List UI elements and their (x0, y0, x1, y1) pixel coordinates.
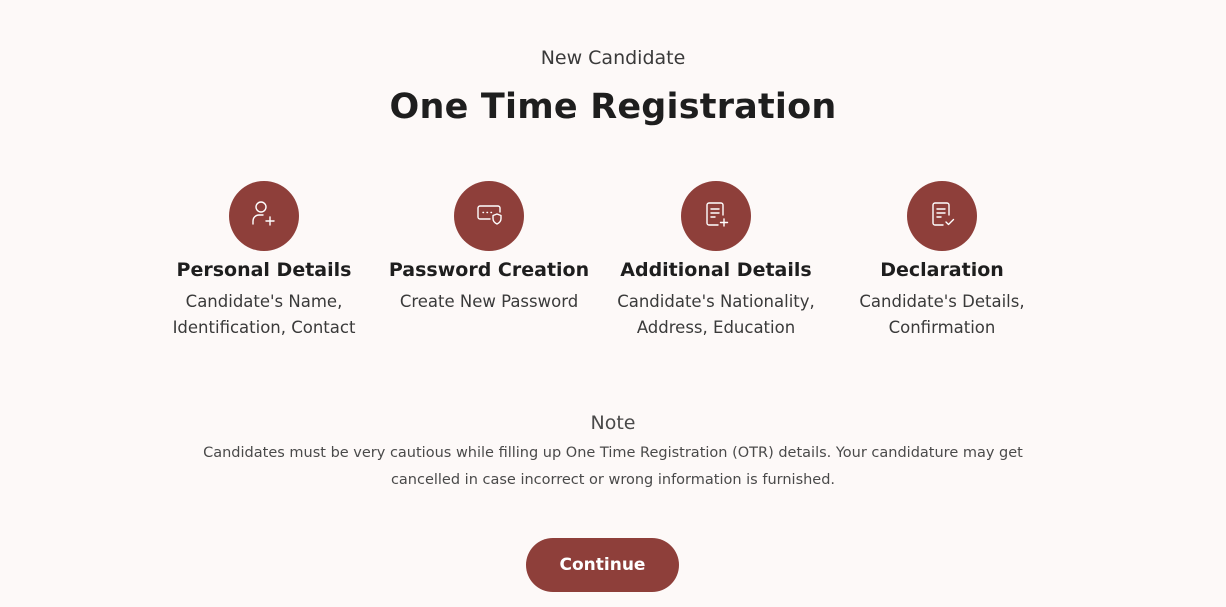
step-title: Declaration (880, 259, 1004, 281)
step-title: Personal Details (176, 259, 352, 281)
step-description: Candidate's Nationality, Address, Educat… (617, 292, 815, 337)
note-text: Candidates must be very cautious while f… (203, 445, 1023, 488)
step-password-creation: Password Creation Create New Password (376, 181, 602, 315)
continue-button[interactable]: Continue (526, 538, 679, 592)
step-icon-circle (454, 181, 524, 251)
step-personal-details: Personal Details Candidate's Name, Ident… (151, 181, 377, 340)
step-declaration: Declaration Candidate's Details, Confirm… (829, 181, 1055, 340)
page-title: One Time Registration (389, 87, 837, 127)
document-check-icon (926, 198, 958, 234)
step-icon-circle (907, 181, 977, 251)
step-title: Password Creation (388, 259, 590, 281)
step-icon-circle (229, 181, 299, 251)
step-additional-details: Additional Details Candidate's Nationali… (603, 181, 829, 340)
step-description: Create New Password (399, 292, 579, 311)
document-plus-icon (700, 198, 732, 234)
registration-page: New Candidate One Time Registration Pers… (0, 0, 1226, 607)
user-plus-icon (248, 198, 280, 234)
password-shield-icon (473, 198, 505, 234)
step-title: Additional Details (620, 259, 812, 281)
note-heading: Note (590, 412, 636, 434)
step-description: Candidate's Details, Confirmation (859, 292, 1025, 337)
step-description: Candidate's Name, Identification, Contac… (172, 292, 356, 337)
step-icon-circle (681, 181, 751, 251)
page-subtitle: New Candidate (540, 47, 686, 69)
